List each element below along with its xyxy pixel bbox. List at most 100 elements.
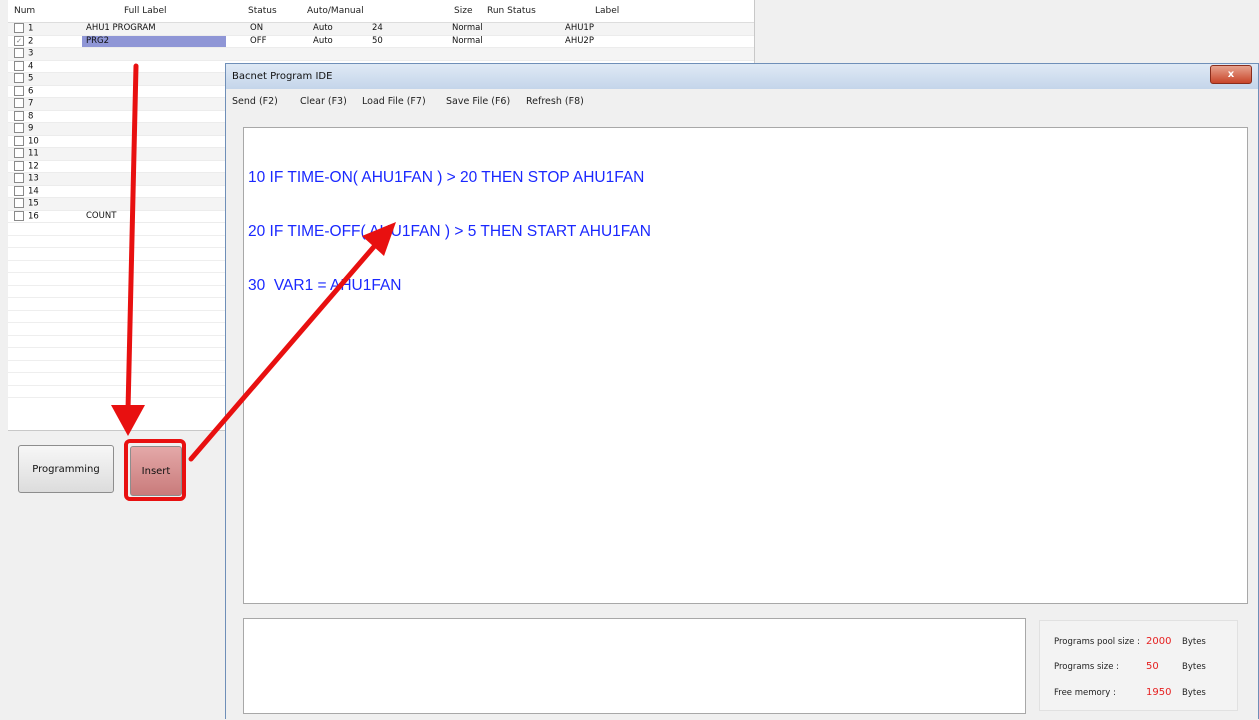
row-num-text: 7 bbox=[28, 98, 34, 109]
header-label[interactable]: Label bbox=[595, 6, 619, 16]
free-memory-value: 1950 bbox=[1146, 687, 1172, 698]
row-num: 9 bbox=[14, 123, 33, 134]
row-checkbox[interactable] bbox=[14, 85, 24, 96]
cell-full-label[interactable]: PRG2 bbox=[86, 36, 109, 46]
row-checkbox[interactable] bbox=[14, 148, 24, 158]
free-memory-label: Free memory : bbox=[1054, 688, 1116, 698]
pool-size-label: Programs pool size : bbox=[1054, 637, 1140, 647]
row-num: 5 bbox=[14, 73, 33, 84]
cell-label[interactable]: AHU1P bbox=[565, 23, 594, 33]
row-checkbox[interactable] bbox=[14, 110, 24, 121]
menu-send[interactable]: Send (F2) bbox=[232, 96, 278, 107]
row-num: 7 bbox=[14, 98, 33, 109]
row-num-text: 2 bbox=[28, 36, 34, 46]
pool-size-value: 2000 bbox=[1146, 636, 1172, 647]
row-checkbox[interactable] bbox=[14, 135, 24, 146]
table-header: Num Full Label Status Auto/Manual Size R… bbox=[8, 0, 754, 23]
program-ide-window: Bacnet Program IDE x Send (F2) Clear (F3… bbox=[225, 63, 1259, 720]
header-size[interactable]: Size bbox=[454, 6, 472, 16]
header-status[interactable]: Status bbox=[248, 6, 277, 16]
cell-full-label[interactable]: COUNT bbox=[86, 211, 116, 221]
row-num: 15 bbox=[14, 198, 39, 209]
row-checkbox[interactable]: ✓ bbox=[14, 35, 24, 46]
row-num-text: 15 bbox=[28, 198, 39, 209]
row-num-text: 9 bbox=[28, 123, 34, 134]
cell-status[interactable]: ON bbox=[250, 23, 263, 33]
row-num: 3 bbox=[14, 48, 33, 59]
memory-panel: Programs pool size : 2000 Bytes Programs s… bbox=[1039, 620, 1238, 711]
row-checkbox[interactable] bbox=[14, 210, 24, 221]
row-num: 12 bbox=[14, 160, 39, 171]
row-num-text: 10 bbox=[28, 136, 39, 146]
row-num-text: 16 bbox=[28, 211, 39, 221]
table-row[interactable]: 1 AHU1 PROGRAM ON Auto 24 Normal AHU1P bbox=[8, 23, 754, 36]
row-num-text: 8 bbox=[28, 111, 34, 121]
row-num-text: 1 bbox=[28, 23, 34, 34]
row-checkbox[interactable] bbox=[14, 60, 24, 71]
cell-full-label[interactable]: AHU1 PROGRAM bbox=[86, 23, 156, 33]
cell-size[interactable]: 24 bbox=[372, 23, 383, 33]
programs-size-value: 50 bbox=[1146, 661, 1159, 672]
row-checkbox[interactable] bbox=[14, 23, 24, 33]
row-num: 14 bbox=[14, 185, 39, 196]
row-num-text: 4 bbox=[28, 61, 34, 71]
row-num-text: 12 bbox=[28, 161, 39, 171]
cell-size[interactable]: 50 bbox=[372, 36, 383, 46]
pool-size-unit: Bytes bbox=[1182, 637, 1206, 647]
row-num: 1 bbox=[14, 23, 33, 34]
row-num-text: 14 bbox=[28, 186, 39, 196]
menu-save-file[interactable]: Save File (F6) bbox=[446, 96, 510, 107]
table-row[interactable]: ✓ 2 PRG2 OFF Auto 50 Normal AHU2P bbox=[8, 35, 754, 48]
cell-run-status[interactable]: Normal bbox=[452, 36, 483, 46]
ide-menubar: Send (F2) Clear (F3) Load File (F7) Save… bbox=[226, 89, 1258, 112]
menu-refresh[interactable]: Refresh (F8) bbox=[526, 96, 584, 107]
row-checkbox[interactable] bbox=[14, 198, 24, 208]
header-full-label[interactable]: Full Label bbox=[124, 6, 167, 16]
ide-titlebar: Bacnet Program IDE x bbox=[226, 64, 1258, 89]
cell-label[interactable]: AHU2P bbox=[565, 36, 594, 46]
row-num-text: 5 bbox=[28, 73, 34, 84]
programming-button[interactable]: Programming bbox=[18, 445, 114, 493]
code-text[interactable]: 10 IF TIME-ON( AHU1FAN ) > 20 THEN STOP … bbox=[248, 133, 651, 331]
row-num: 8 bbox=[14, 110, 34, 121]
free-memory-row: Free memory : 1950 Bytes bbox=[1054, 687, 1206, 698]
header-num[interactable]: Num bbox=[14, 6, 35, 16]
row-num: 10 bbox=[14, 135, 39, 146]
header-auto-manual[interactable]: Auto/Manual bbox=[307, 6, 364, 16]
cell-run-status[interactable]: Normal bbox=[452, 23, 483, 33]
row-checkbox[interactable] bbox=[14, 48, 24, 58]
cell-auto-manual[interactable]: Auto bbox=[313, 36, 333, 46]
row-num: 11 bbox=[14, 148, 39, 159]
row-num: ✓ 2 bbox=[14, 35, 34, 46]
ide-title: Bacnet Program IDE bbox=[232, 71, 333, 82]
row-checkbox[interactable] bbox=[14, 123, 24, 133]
row-checkbox[interactable] bbox=[14, 73, 24, 83]
row-checkbox[interactable] bbox=[14, 185, 24, 196]
table-row[interactable]: 3 bbox=[8, 48, 754, 61]
cell-auto-manual[interactable]: Auto bbox=[313, 23, 333, 33]
header-run-status[interactable]: Run Status bbox=[487, 6, 536, 16]
row-checkbox[interactable] bbox=[14, 98, 24, 108]
row-num: 4 bbox=[14, 60, 34, 71]
code-editor[interactable]: 10 IF TIME-ON( AHU1FAN ) > 20 THEN STOP … bbox=[243, 127, 1248, 604]
free-memory-unit: Bytes bbox=[1182, 688, 1206, 698]
close-button[interactable]: x bbox=[1210, 65, 1252, 84]
programs-size-label: Programs size : bbox=[1054, 662, 1120, 672]
row-num-text: 3 bbox=[28, 48, 34, 59]
row-num-text: 6 bbox=[28, 86, 34, 96]
code-line-20: 20 IF TIME-OFF( AHU1FAN ) > 5 THEN START… bbox=[248, 223, 651, 240]
menu-load-file[interactable]: Load File (F7) bbox=[362, 96, 426, 107]
row-num-text: 11 bbox=[28, 148, 39, 159]
code-line-30: 30 VAR1 = AHU1FAN bbox=[248, 277, 402, 294]
row-num: 6 bbox=[14, 85, 34, 96]
row-checkbox[interactable] bbox=[14, 160, 24, 171]
ide-client-area: 10 IF TIME-ON( AHU1FAN ) > 20 THEN STOP … bbox=[226, 111, 1258, 720]
row-checkbox[interactable] bbox=[14, 173, 24, 183]
close-icon: x bbox=[1227, 69, 1235, 80]
output-pane[interactable] bbox=[243, 618, 1026, 714]
menu-clear[interactable]: Clear (F3) bbox=[300, 96, 347, 107]
pool-size-row: Programs pool size : 2000 Bytes bbox=[1054, 636, 1206, 647]
code-line-10: 10 IF TIME-ON( AHU1FAN ) > 20 THEN STOP … bbox=[248, 169, 645, 186]
cell-status[interactable]: OFF bbox=[250, 36, 266, 46]
row-num: 13 bbox=[14, 173, 39, 184]
